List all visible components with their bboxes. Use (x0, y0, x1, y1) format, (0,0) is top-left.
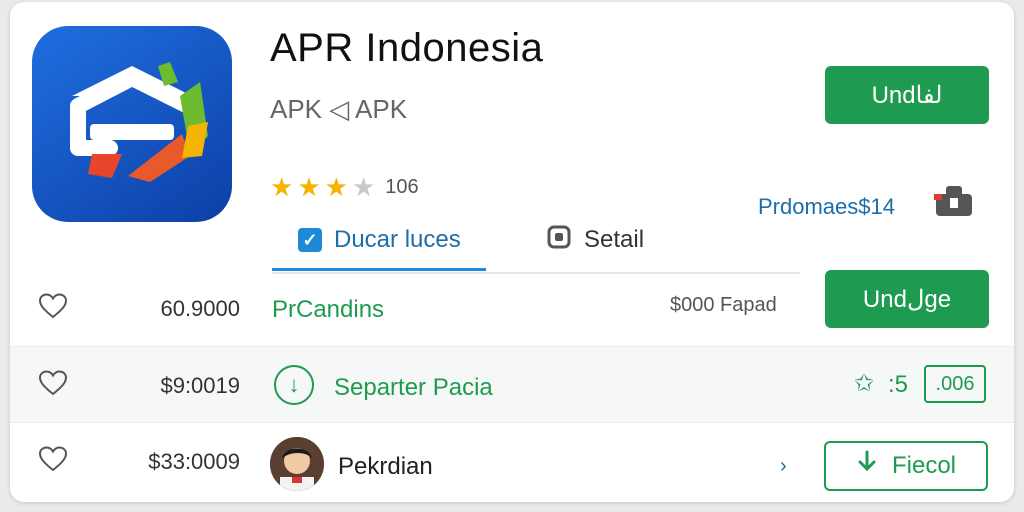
heart-icon[interactable] (38, 369, 68, 397)
row-price: 60.9000 (160, 296, 240, 321)
download-button[interactable]: Fiecol (824, 441, 988, 491)
app-listing-card: APR Indonesia APK ◁ APK ★ ★ ★ ★ 106 Undل… (10, 2, 1014, 502)
row-right-text: $000 Fapad (670, 294, 777, 316)
star-icon: ✩ (854, 370, 875, 397)
list-item: $33:0009 Pekrdian › Fiecol (10, 422, 1014, 499)
heart-icon[interactable] (38, 292, 68, 320)
tab-ducar-luces[interactable]: ✓ Ducar luces (298, 210, 461, 270)
row-name[interactable]: Pekrdian (338, 453, 433, 481)
app-title: APR Indonesia (270, 26, 544, 70)
row-title[interactable]: Separter Pacia (334, 374, 493, 402)
app-logo-icon (32, 26, 232, 222)
heart-icon[interactable] (38, 445, 68, 473)
value-box[interactable]: .006 (924, 365, 986, 403)
list-item: 60.9000 PrCandins $000 Fapad Undلge (10, 270, 1014, 346)
star-icon: ★ (324, 172, 348, 202)
star-icon: ★ (297, 172, 321, 202)
tab-details[interactable]: Setail (546, 210, 644, 270)
install-button[interactable]: Undلفا (825, 66, 989, 124)
tab-label: Setail (584, 226, 645, 253)
download-button-label: Fiecol (891, 452, 957, 479)
download-icon (856, 450, 878, 483)
star-half-icon: ★ (351, 172, 376, 202)
rating-count: 106 (385, 175, 419, 198)
tab-label: Ducar luces (334, 226, 461, 253)
row-price: $9:0019 (160, 373, 240, 398)
avatar (270, 437, 324, 491)
rating: ★ ★ ★ ★ 106 (270, 174, 419, 200)
row-star-value: :5 (888, 371, 909, 398)
download-icon[interactable]: ↓ (274, 365, 314, 405)
app-subtitle: APK ◁ APK (270, 94, 408, 124)
gift-icon[interactable] (932, 182, 976, 222)
star-icon: ★ (270, 172, 294, 202)
row-title[interactable]: PrCandins (272, 296, 384, 324)
settings-icon (546, 224, 572, 257)
chevron-right-icon[interactable]: › (780, 455, 787, 478)
tab-bar: ✓ Ducar luces Setail (272, 210, 800, 274)
row-price: $33:0009 (148, 449, 240, 474)
install-button[interactable]: Undلge (825, 270, 989, 328)
list-item: $9:0019 ↓ Separter Pacia ✩ :5 .006 (10, 346, 1014, 423)
checkbox-icon[interactable]: ✓ (298, 228, 322, 252)
